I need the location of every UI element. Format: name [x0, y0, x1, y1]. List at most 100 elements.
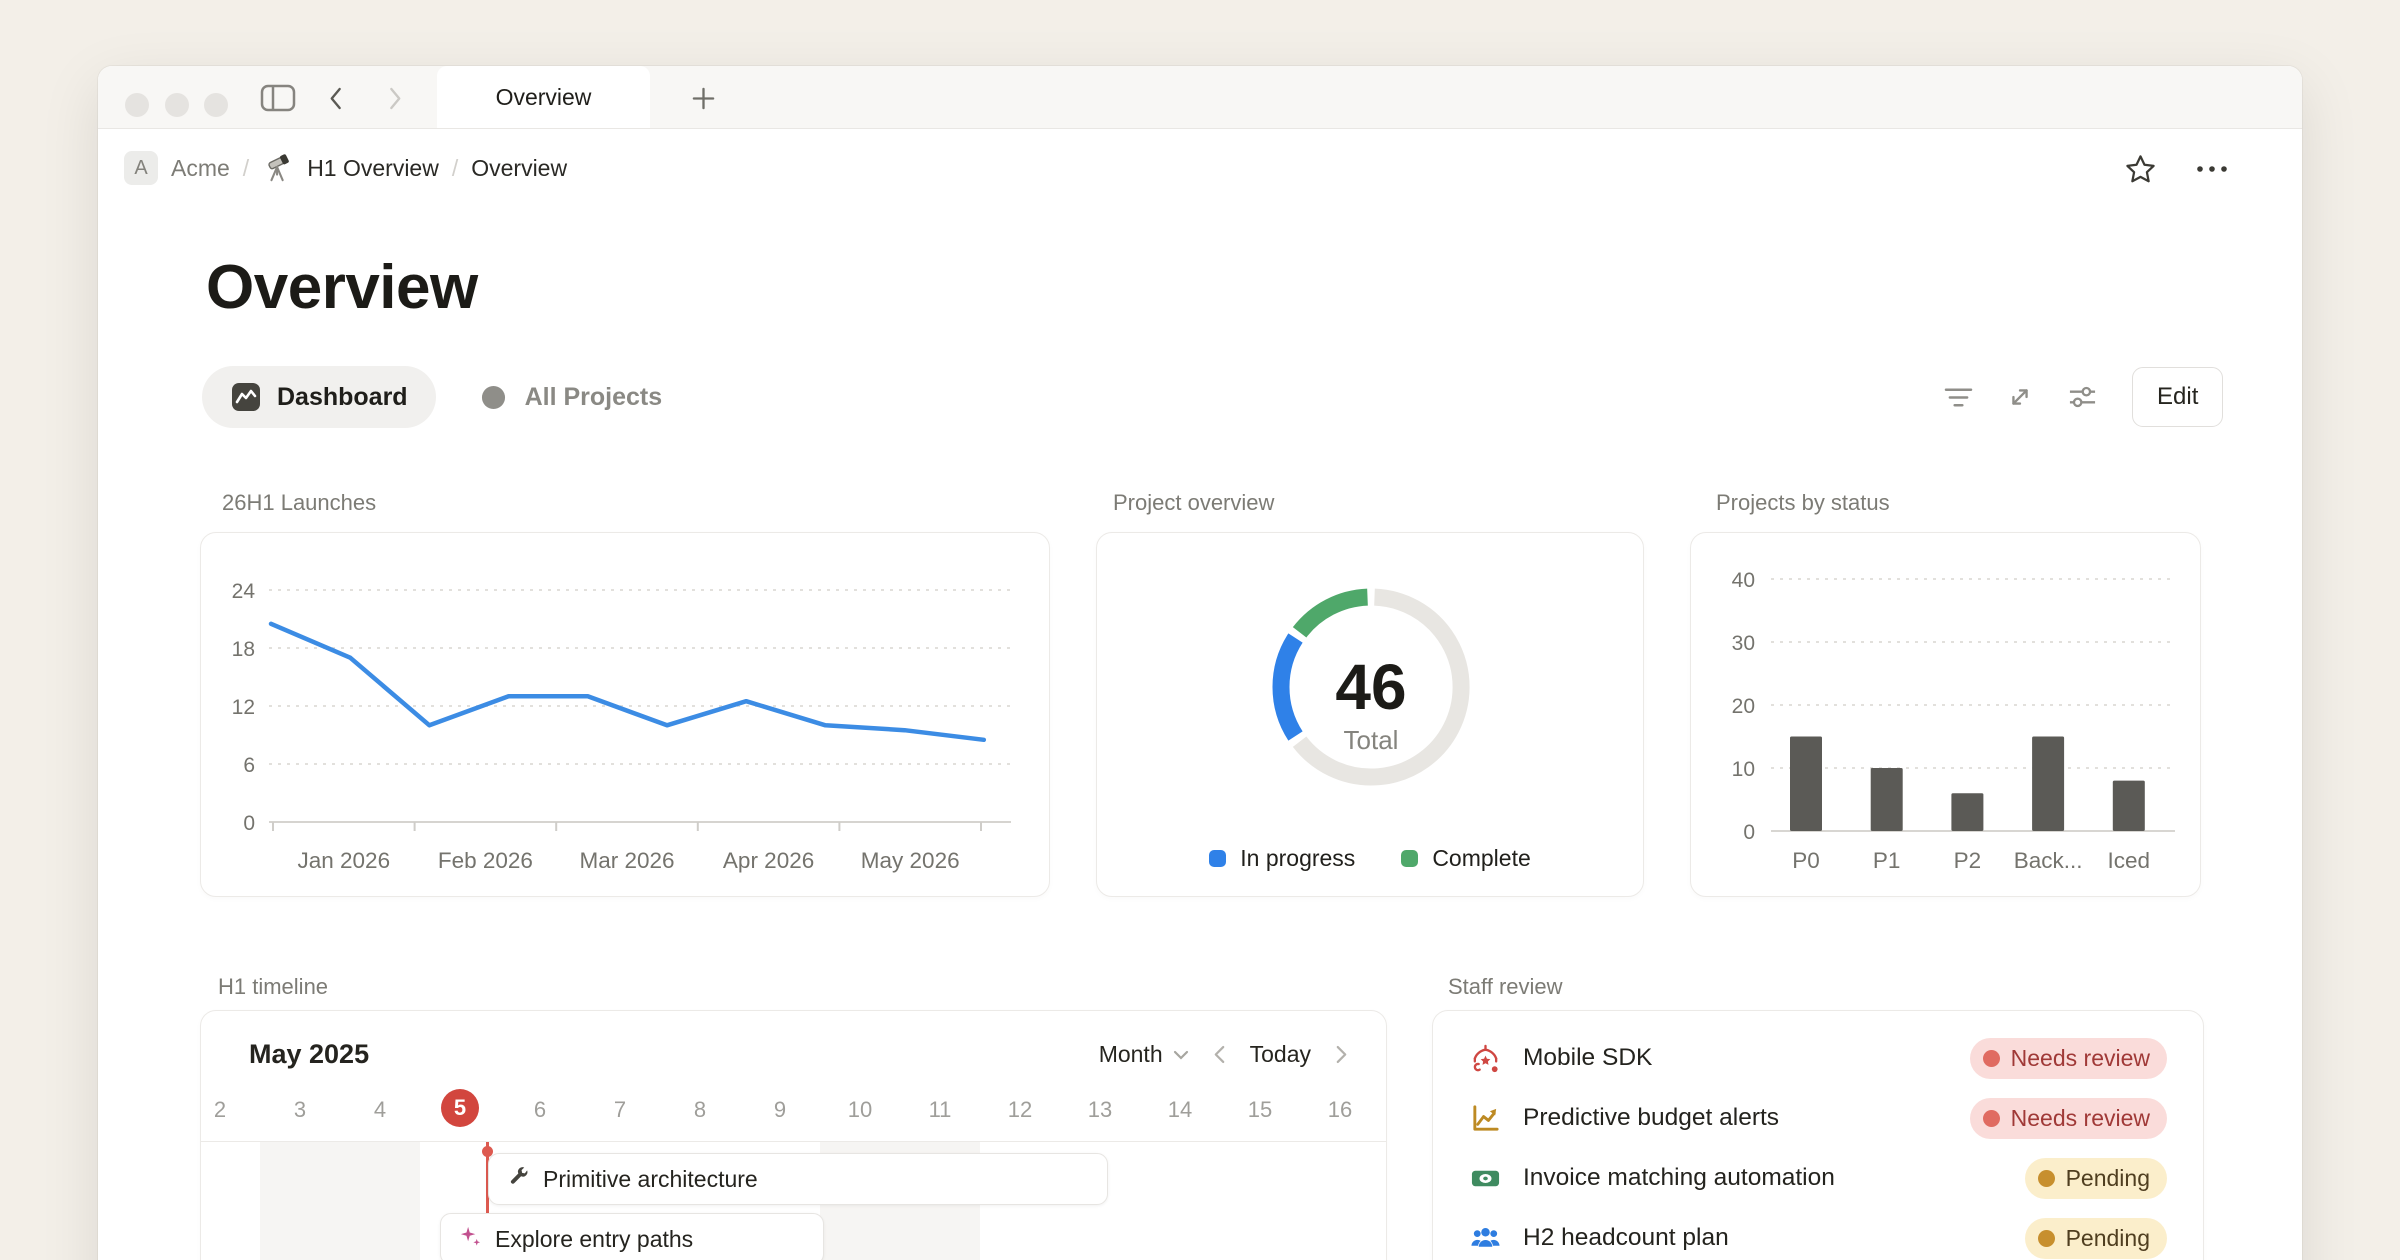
- launches-line-chart-card[interactable]: 06121824Jan 2026Feb 2026Mar 2026Apr 2026…: [200, 532, 1050, 897]
- dashboard-chart-icon: [230, 381, 262, 413]
- status-badge[interactable]: Pending: [2025, 1218, 2167, 1259]
- view-toolbar: Edit: [1938, 366, 2223, 428]
- svg-text:P1: P1: [1873, 848, 1901, 873]
- window-minimize-button[interactable]: [165, 93, 189, 117]
- status-badge[interactable]: Needs review: [1970, 1038, 2167, 1079]
- legend-label: In progress: [1240, 845, 1355, 872]
- window-zoom-button[interactable]: [204, 93, 228, 117]
- svg-text:12: 12: [232, 696, 255, 719]
- status-label: Needs review: [2011, 1045, 2150, 1072]
- timeline-card[interactable]: May 2025 Month Today 2 3 4 5 6 7 8 9 10 11 12 13 14 1…: [200, 1010, 1387, 1260]
- workspace-avatar[interactable]: A: [124, 151, 158, 185]
- status-dot: [2038, 1230, 2055, 1247]
- svg-text:Feb 2026: Feb 2026: [438, 848, 533, 873]
- view-tab-all-projects-label: All Projects: [525, 383, 663, 412]
- svg-text:40: 40: [1732, 569, 1755, 592]
- window-tab-bar: Overview: [98, 66, 2302, 129]
- svg-text:30: 30: [1732, 632, 1755, 655]
- tab-overview[interactable]: Overview: [437, 66, 650, 128]
- timeline-day[interactable]: 4: [360, 1097, 400, 1123]
- back-icon[interactable]: [316, 82, 356, 114]
- settings-sliders-icon[interactable]: [2062, 377, 2102, 417]
- staff-review-card[interactable]: Mobile SDKNeeds reviewPredictive budget …: [1432, 1010, 2204, 1260]
- legend-item: Complete: [1401, 845, 1530, 872]
- timeline-section-title: H1 timeline: [218, 974, 328, 1000]
- staff-review-row[interactable]: Invoice matching automationPending: [1469, 1148, 2167, 1208]
- svg-text:0: 0: [243, 812, 255, 835]
- svg-text:24: 24: [232, 580, 256, 603]
- timeline-day[interactable]: 9: [760, 1097, 800, 1123]
- staff-item-label: Predictive budget alerts: [1523, 1104, 1948, 1132]
- staff-item-label: Mobile SDK: [1523, 1044, 1948, 1072]
- svg-text:0: 0: [1743, 821, 1755, 844]
- more-options-icon[interactable]: [2192, 152, 2232, 186]
- filter-icon[interactable]: [1938, 377, 1978, 417]
- status-label: Pending: [2066, 1165, 2150, 1192]
- timeline-day[interactable]: 13: [1080, 1097, 1120, 1123]
- timeline-zoom-selector[interactable]: Month: [1099, 1041, 1189, 1068]
- timeline-day[interactable]: 2: [200, 1097, 240, 1123]
- timeline-day[interactable]: 6: [520, 1097, 560, 1123]
- edit-button[interactable]: Edit: [2132, 367, 2223, 427]
- svg-text:10: 10: [1732, 758, 1755, 781]
- status-badge[interactable]: Needs review: [1970, 1098, 2167, 1139]
- svg-text:Back...: Back...: [2014, 848, 2083, 873]
- view-tabs: Dashboard All Projects: [202, 366, 662, 428]
- launch-red-icon: [1469, 1042, 1501, 1074]
- timeline-day[interactable]: 16: [1320, 1097, 1360, 1123]
- timeline-day[interactable]: 7: [600, 1097, 640, 1123]
- breadcrumb-parent-page[interactable]: H1 Overview: [307, 155, 439, 182]
- timeline-body: Primitive architecture Explore entry path…: [201, 1141, 1386, 1260]
- projects-by-status-bar-card[interactable]: 010203040P0P1P2Back...Iced: [1690, 532, 2201, 897]
- expand-icon[interactable]: [2000, 377, 2040, 417]
- timeline-day[interactable]: 11: [920, 1097, 960, 1123]
- status-dot: [1983, 1110, 2000, 1127]
- svg-text:Total: Total: [1344, 725, 1399, 755]
- timeline-next-icon[interactable]: [1335, 1044, 1348, 1065]
- window-close-button[interactable]: [125, 93, 149, 117]
- timeline-date-row: 2 3 4 5 6 7 8 9 10 11 12 13 14 15 16: [201, 1089, 1386, 1131]
- forward-icon[interactable]: [374, 82, 414, 114]
- staff-review-row[interactable]: H2 headcount plan Pending: [1469, 1208, 2167, 1260]
- staff-review-row[interactable]: Predictive budget alerts Needs review: [1469, 1088, 2167, 1148]
- timeline-today-button[interactable]: Today: [1250, 1041, 1311, 1068]
- tab-overview-label: Overview: [496, 84, 592, 111]
- legend-label: Complete: [1432, 845, 1530, 872]
- timeline-day[interactable]: 12: [1000, 1097, 1040, 1123]
- desktop-background: Overview A Acme / H1 Overview / Overview…: [0, 0, 2400, 1260]
- timeline-day[interactable]: 10: [840, 1097, 880, 1123]
- legend-item: In progress: [1209, 845, 1355, 872]
- staff-review-row[interactable]: Mobile SDK Needs review: [1469, 1028, 2167, 1088]
- svg-text:20: 20: [1732, 695, 1755, 718]
- status-label: Needs review: [2011, 1105, 2150, 1132]
- timeline-task[interactable]: Explore entry paths: [440, 1213, 824, 1260]
- svg-text:P0: P0: [1792, 848, 1820, 873]
- view-tab-dashboard[interactable]: Dashboard: [202, 366, 436, 428]
- timeline-task-label: Primitive architecture: [543, 1166, 758, 1193]
- timeline-day-today[interactable]: 5: [441, 1089, 479, 1127]
- favorite-star-icon[interactable]: [2120, 152, 2160, 186]
- status-dot: [2038, 1170, 2055, 1187]
- status-badge[interactable]: Pending: [2025, 1158, 2167, 1199]
- app-window: Overview A Acme / H1 Overview / Overview…: [98, 66, 2302, 1260]
- timeline-day[interactable]: 14: [1160, 1097, 1200, 1123]
- svg-text:Apr 2026: Apr 2026: [723, 848, 814, 873]
- project-overview-donut-card[interactable]: 46TotalIn progressComplete: [1096, 532, 1644, 897]
- timeline-day[interactable]: 15: [1240, 1097, 1280, 1123]
- timeline-task[interactable]: Primitive architecture: [488, 1153, 1108, 1205]
- view-tab-all-projects[interactable]: All Projects: [478, 381, 663, 413]
- breadcrumb-workspace[interactable]: Acme: [171, 155, 230, 182]
- staff-item-label: H2 headcount plan: [1523, 1224, 2003, 1252]
- breadcrumb-current-page[interactable]: Overview: [471, 155, 567, 182]
- svg-text:Jan 2026: Jan 2026: [298, 848, 391, 873]
- new-tab-icon[interactable]: [683, 82, 723, 114]
- timeline-day[interactable]: 8: [680, 1097, 720, 1123]
- chart-gold-icon: [1469, 1102, 1501, 1134]
- svg-text:Iced: Iced: [2108, 848, 2151, 873]
- timeline-day[interactable]: 3: [280, 1097, 320, 1123]
- timeline-prev-icon[interactable]: [1213, 1044, 1226, 1065]
- timeline-controls: Month Today: [1099, 1041, 1348, 1068]
- sidebar-toggle-icon[interactable]: [258, 82, 298, 114]
- timeline-month-label: May 2025: [249, 1039, 369, 1070]
- legend-color-chip: [1401, 850, 1418, 867]
